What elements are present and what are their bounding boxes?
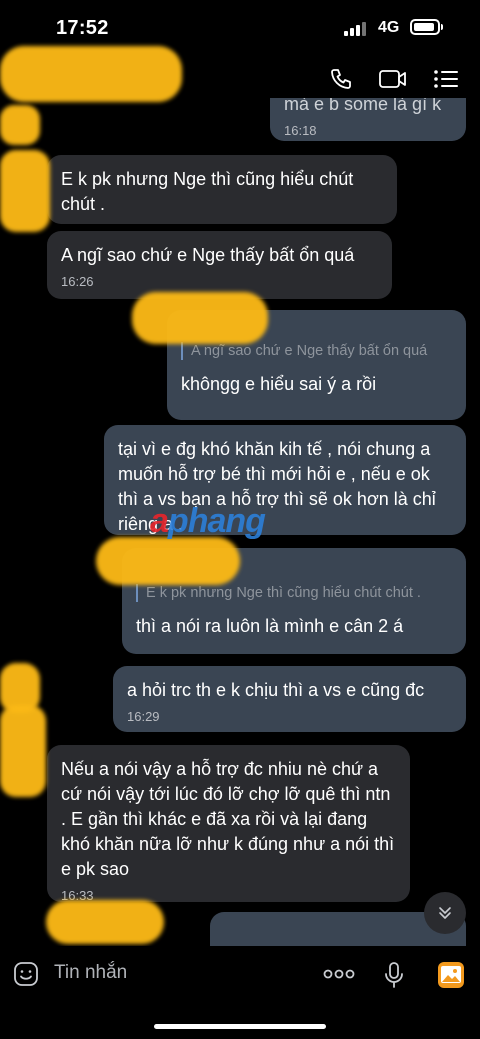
message-bubble-outgoing[interactable]: mà e b some là gì k 16:18 <box>270 98 466 141</box>
message-text: E k pk nhưng Nge thì cũng hiểu chút chút… <box>61 169 354 214</box>
quoted-message[interactable]: E k pk nhưng Nge thì cũng hiểu chút chút… <box>136 584 452 602</box>
watermark-logo: aphang <box>150 502 266 540</box>
message-text: khôngg e hiểu sai ý a rồi <box>181 374 377 394</box>
message-text: Nếu a nói vậy a hỗ trợ đc nhiu nè chứ a … <box>61 759 395 879</box>
home-indicator <box>154 1024 326 1029</box>
phone-call-icon[interactable] <box>326 64 356 94</box>
redaction-blob <box>0 46 182 102</box>
message-text: thì a nói ra luôn là mình e cân 2 á <box>136 616 404 636</box>
microphone-icon[interactable] <box>382 960 406 990</box>
message-time: 16:26 <box>61 274 94 289</box>
battery-icon <box>410 19 443 35</box>
quoted-message[interactable]: A ngĩ sao chứ e Nge thấy bất ổn quá <box>181 342 452 360</box>
message-text: A ngĩ sao chứ e Nge thấy bất ổn quá <box>61 245 355 265</box>
scroll-to-bottom-button[interactable] <box>424 892 466 934</box>
redaction-blob <box>46 900 164 944</box>
message-text: mà e b some là gì k <box>284 98 442 114</box>
message-bubble-incoming[interactable]: E k pk nhưng Nge thì cũng hiểu chút chút… <box>47 155 397 224</box>
message-bubble-incoming[interactable]: Nếu a nói vậy a hỗ trợ đc nhiu nè chứ a … <box>47 745 410 903</box>
network-type: 4G <box>378 19 400 36</box>
redaction-blob <box>0 105 40 145</box>
signal-icon <box>344 22 370 36</box>
message-time: 16:18 <box>284 123 317 138</box>
image-gallery-icon[interactable] <box>436 960 466 990</box>
message-input[interactable]: Tin nhắn <box>54 962 127 984</box>
message-time: 16:29 <box>127 709 160 724</box>
redaction-blob <box>0 705 46 797</box>
video-call-icon[interactable] <box>378 64 408 94</box>
redaction-blob <box>96 537 240 585</box>
redaction-blob <box>0 150 50 232</box>
menu-list-icon[interactable] <box>431 64 461 94</box>
double-chevron-down-icon <box>439 907 451 919</box>
clock: 17:52 <box>56 17 109 39</box>
redaction-blob <box>132 292 268 344</box>
more-options-icon[interactable] <box>322 964 356 984</box>
emoji-icon[interactable] <box>12 960 40 988</box>
message-bubble-outgoing[interactable]: a hỏi trc th e k chịu thì a vs e cũng đc… <box>113 666 466 732</box>
message-text: a hỏi trc th e k chịu thì a vs e cũng đc <box>127 680 425 700</box>
message-bubble-incoming[interactable]: A ngĩ sao chứ e Nge thấy bất ổn quá 16:2… <box>47 231 392 299</box>
